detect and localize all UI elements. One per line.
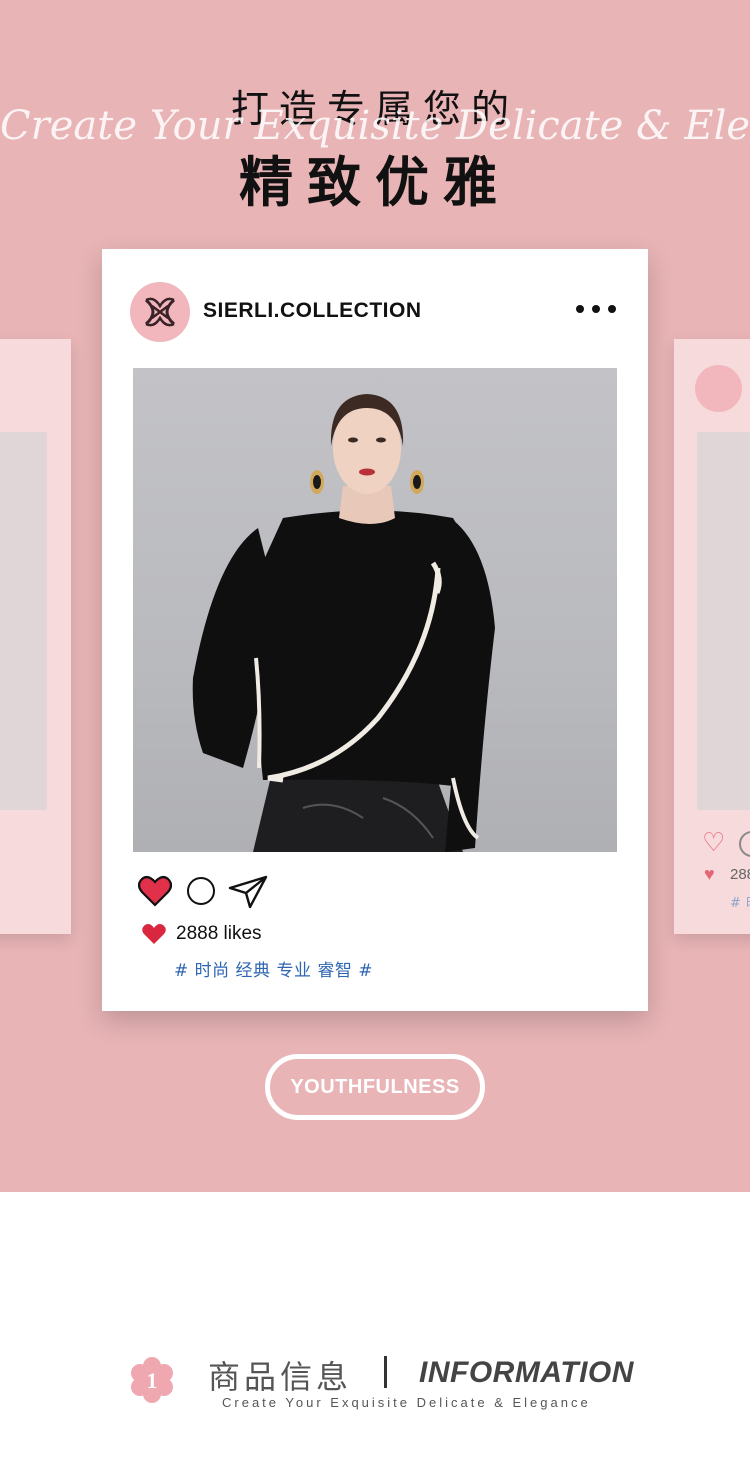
side-post-photo bbox=[0, 432, 47, 810]
post-tags[interactable]: # 时尚 经典 专业 睿智 # bbox=[174, 956, 373, 981]
hero-banner: 打造专属您的 Create Your Exquisite Delicate & … bbox=[0, 0, 750, 1192]
post-photo bbox=[133, 368, 617, 852]
post-card: SIERLI.COLLECTION 2888 likes # 时尚 经典 专业 … bbox=[102, 249, 648, 1011]
youthfulness-button[interactable]: YOUTHFULNESS bbox=[265, 1054, 485, 1120]
side-post-card-right: ♡ ♥ 288 # 时 bbox=[674, 339, 750, 934]
likes-count: 2888 likes bbox=[176, 923, 262, 944]
section-number: 1 bbox=[147, 1368, 158, 1393]
comment-icon bbox=[739, 831, 750, 857]
side-likes-count: 288 bbox=[730, 866, 750, 883]
heart-icon: ♥ bbox=[704, 864, 715, 884]
heart-icon[interactable] bbox=[138, 875, 172, 907]
post-username[interactable]: SIERLI.COLLECTION bbox=[203, 299, 422, 323]
heart-icon: ♡ bbox=[702, 827, 726, 857]
brand-monogram-icon bbox=[144, 297, 176, 327]
side-post-photo bbox=[697, 432, 750, 810]
side-tags: # 时 bbox=[730, 896, 750, 911]
section-divider bbox=[384, 1356, 387, 1388]
more-dots-icon[interactable] bbox=[576, 304, 616, 314]
brand-logo-icon bbox=[695, 365, 742, 412]
section-subtitle: Create Your Exquisite Delicate & Eleganc… bbox=[222, 1395, 591, 1410]
information-section-header: 1 商品信息 INFORMATION Create Your Exquisite… bbox=[0, 1330, 750, 1430]
brand-logo-icon[interactable] bbox=[130, 282, 190, 342]
section-title-cn: 商品信息 bbox=[208, 1358, 353, 1396]
side-post-card-left bbox=[0, 339, 71, 934]
comment-icon[interactable] bbox=[187, 877, 215, 905]
heart-icon bbox=[142, 924, 166, 944]
post-actions bbox=[138, 875, 278, 909]
youthfulness-label: YOUTHFULNESS bbox=[290, 1075, 460, 1098]
flower-number-icon: 1 bbox=[131, 1357, 173, 1403]
model-illustration bbox=[192, 394, 495, 852]
hero-title-line2: 精致优雅 bbox=[239, 151, 511, 214]
section-title-en: INFORMATION bbox=[419, 1356, 634, 1389]
share-icon[interactable] bbox=[228, 875, 268, 909]
